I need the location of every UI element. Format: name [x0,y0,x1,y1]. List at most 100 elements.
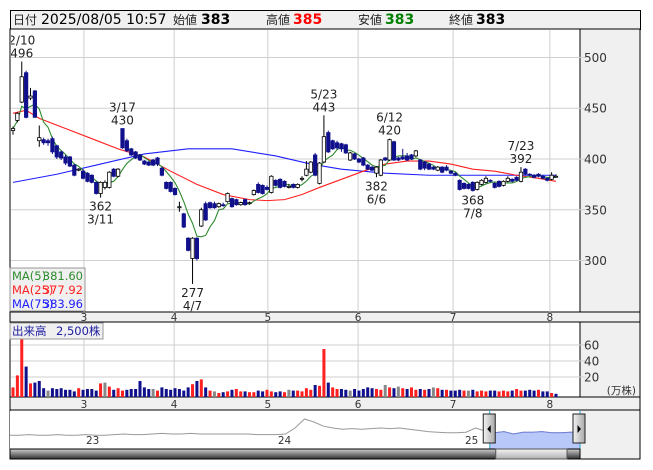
candle-down [431,166,436,170]
candle-down [41,139,46,144]
volume-bar [94,390,98,397]
volume-bar [234,389,238,397]
volume-bar [278,391,282,397]
candle-up [190,237,195,259]
candle-down [212,203,217,209]
volume-bar [243,391,247,397]
candle-up [387,139,392,161]
volume-bar [379,389,383,397]
navigator-right-handle[interactable] [572,413,586,444]
volume-bar [142,387,146,397]
candle-down [221,204,226,207]
volume-bar [445,389,449,397]
candle-down [369,166,375,171]
candle-down [400,156,405,160]
candle-up [518,171,524,182]
volume-tick-label: 20 [584,371,599,385]
candle-down [229,198,235,208]
volume-bar [107,386,111,397]
volume-bar [348,390,352,397]
candle-down [453,172,458,176]
price-tick-label: 350 [584,203,607,217]
candle-down [514,176,519,181]
candle-down [164,181,169,189]
scrollbar-thumb[interactable] [495,448,568,460]
volume-bar [283,392,286,397]
candle-down [523,168,528,175]
volume-bar [300,391,304,397]
volume-label: 出来高 [12,324,47,338]
volume-bar [291,390,295,397]
candle-down [194,237,200,259]
candle-up [15,112,20,121]
candle-down [54,145,59,158]
volume-bar [510,390,514,397]
candle-up [216,203,221,208]
candle-down [72,164,77,176]
annotation-date: 6/12 [376,111,403,125]
candle-down [326,132,331,153]
month-tick-label: 5 [265,312,272,324]
candle-down [137,154,143,161]
candle-down [168,181,173,192]
volume-month-axis-strip [9,396,641,411]
annotation-price: 382 [365,179,388,193]
volume-bar [414,389,418,397]
candle-down [146,161,151,166]
candle-down [120,128,125,149]
candle-down [422,161,427,169]
volume-bar [116,388,120,397]
volume-bar [396,386,400,397]
annotation-date: 3/17 [109,101,136,115]
candle-up [374,166,379,174]
navigator-scrollbar[interactable] [9,448,581,460]
volume-bar [195,381,199,397]
volume-bar [405,389,409,397]
volume-bar [519,390,523,397]
price-tick-label: 300 [584,254,607,268]
range-navigator[interactable]: 23 24 25 [9,410,586,460]
volume-bar [475,391,479,397]
candle-down [361,157,366,166]
candle-down [466,183,471,189]
annotation-date: 6/6 [367,192,386,206]
volume-bar [151,389,155,397]
candle-down [282,180,287,187]
month-axis-strip [9,311,641,323]
candle-up [199,209,204,227]
volume-bar [436,388,440,397]
candle-down [330,140,335,150]
candle-down [89,174,94,183]
candle-down [207,202,213,209]
volume-bar [208,390,212,397]
candle-up [19,76,24,103]
volume-bar [221,392,225,397]
month-tick-label: 3 [81,312,88,324]
month-tick-label: 8 [547,399,554,411]
candle-down [352,153,357,160]
volume-bar [103,382,107,397]
volume-bar [484,391,488,397]
candle-down [155,157,160,165]
price-axis-panel [579,28,641,313]
volume-bar [466,390,470,397]
navigator-left-handle[interactable] [482,413,496,444]
candle-down [313,154,318,176]
candle-up [28,95,33,99]
candle-up [435,166,440,171]
month-tick-label: 5 [265,399,272,411]
candle-up [98,181,103,194]
candle-down [444,166,449,171]
candle-down [159,167,164,176]
volume-bar [515,389,519,397]
volume-bar [366,387,370,397]
volume-bar [68,389,72,397]
volume-bar [191,384,195,397]
candle-up [251,190,256,195]
volume-bar [326,382,330,397]
candle-up [269,175,274,193]
price-tick-label: 400 [584,153,607,167]
volume-bar [55,389,59,397]
volume-bar [287,389,291,397]
volume-bar [493,390,497,397]
